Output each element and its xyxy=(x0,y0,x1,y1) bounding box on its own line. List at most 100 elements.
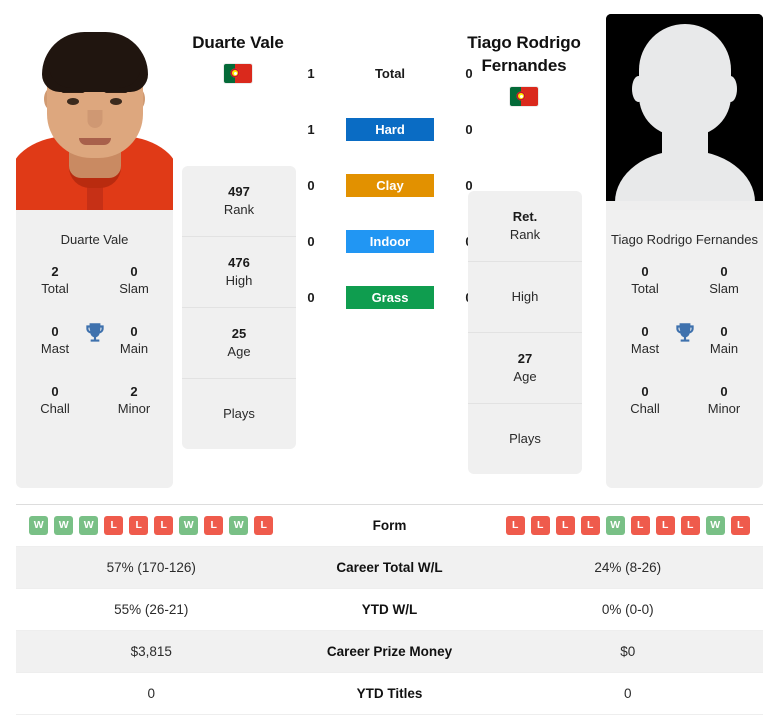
stat-value-left: $3,815 xyxy=(130,644,172,659)
form-badge-win[interactable]: W xyxy=(605,516,625,535)
form-badge-loss[interactable]: L xyxy=(655,516,675,535)
mouth-shape xyxy=(78,138,111,145)
form-badge-win[interactable]: W xyxy=(229,516,249,535)
portugal-flag-icon-right xyxy=(510,86,538,106)
h2h-surface-label: Hard xyxy=(346,118,434,141)
title-label: Slam xyxy=(709,281,739,297)
attribute-label: Plays xyxy=(509,430,541,446)
stat-value-left: 55% (26-21) xyxy=(114,602,189,617)
h2h-surface-label: Indoor xyxy=(346,230,434,253)
title-value: 2 xyxy=(51,263,59,279)
form-badge-win[interactable]: W xyxy=(179,516,199,535)
form-badge-loss[interactable]: L xyxy=(154,516,174,535)
attribute-value: 476 xyxy=(228,254,250,270)
h2h-right-value: 0 xyxy=(465,66,473,81)
title-cell-slam: 0 Slam xyxy=(105,263,163,323)
title-value: 0 xyxy=(51,323,59,339)
titles-grid-left: 2 Total 0 Slam 0 Mast 0 Main 0 Chall 2 M… xyxy=(16,263,173,443)
nose-shape xyxy=(87,110,102,128)
h2h-row-indoor: 0 Indoor 0 xyxy=(300,230,480,253)
table-row-form: WWWLLLWLWL Form LLLLWLLLWL xyxy=(16,505,763,547)
title-value: 2 xyxy=(130,383,138,399)
trophy-icon xyxy=(85,323,104,342)
form-badges-right: LLLLWLLLWL xyxy=(493,516,764,535)
titles-row: 0 Chall 2 Minor xyxy=(26,383,163,443)
stat-value-right: 24% (8-26) xyxy=(594,560,662,575)
title-value: 0 xyxy=(720,263,728,279)
table-row-career-total-wl: 57% (170-126) Career Total W/L 24% (8-26… xyxy=(16,547,763,589)
silhouette-head-shape xyxy=(638,24,731,136)
h2h-row-total: 1 Total 0 xyxy=(300,62,480,85)
stat-label: Career Prize Money xyxy=(326,644,453,659)
title-cell-slam: 0 Slam xyxy=(695,263,753,323)
stat-value-left: 57% (170-126) xyxy=(106,560,196,575)
portugal-flag-icon-left xyxy=(224,63,252,83)
attribute-cell-plays: Plays xyxy=(468,404,582,474)
form-badge-loss[interactable]: L xyxy=(680,516,700,535)
h2h-left-value: 1 xyxy=(307,122,315,137)
player-comparison-page: Duarte Vale Tiago Rodrigo Fernandes 1 To… xyxy=(0,0,779,719)
stat-label: YTD Titles xyxy=(356,686,423,701)
attribute-value: 25 xyxy=(231,325,247,341)
form-badge-loss[interactable]: L xyxy=(630,516,650,535)
form-badge-loss[interactable]: L xyxy=(555,516,575,535)
form-badge-win[interactable]: W xyxy=(29,516,49,535)
trophy-icon xyxy=(675,323,694,342)
attribute-value: 27 xyxy=(517,350,533,366)
table-row-ytd-wl: 55% (26-21) YTD W/L 0% (0-0) xyxy=(16,589,763,631)
title-value: 0 xyxy=(641,323,649,339)
title-value: 0 xyxy=(51,383,59,399)
attribute-label: Plays xyxy=(223,405,255,421)
flag-emblem-shape xyxy=(516,91,526,101)
form-badge-loss[interactable]: L xyxy=(730,516,750,535)
title-cell-total: 0 Total xyxy=(616,263,674,323)
stat-label: YTD W/L xyxy=(361,602,418,617)
attribute-label: Age xyxy=(513,369,537,384)
player-card-name-left: Duarte Vale xyxy=(60,232,129,247)
attributes-card-right: Ret. Rank High 27 Age Plays xyxy=(468,191,582,474)
stat-value-left: 0 xyxy=(147,686,155,701)
titles-row: 0 Total 0 Slam xyxy=(616,263,753,323)
title-cell-mast: 0 Mast xyxy=(26,323,84,383)
title-cell-minor: 2 Minor xyxy=(105,383,163,443)
form-badge-loss[interactable]: L xyxy=(129,516,149,535)
form-badge-loss[interactable]: L xyxy=(254,516,274,535)
title-value: 0 xyxy=(130,323,138,339)
attribute-label: High xyxy=(225,273,253,288)
h2h-left-value: 1 xyxy=(307,66,315,81)
stat-label: Form xyxy=(372,518,407,533)
form-badge-loss[interactable]: L xyxy=(204,516,224,535)
title-cell-mast: 0 Mast xyxy=(616,323,674,383)
attribute-label: Age xyxy=(227,344,251,359)
comparison-stats-table: WWWLLLWLWL Form LLLLWLLLWL 57% (170-126)… xyxy=(16,504,763,715)
hair-fringe-shape xyxy=(48,66,141,88)
eye-right-shape xyxy=(110,98,122,105)
player-card-left: Duarte Vale 2 Total 0 Slam 0 Mast 0 Main… xyxy=(16,210,173,488)
title-cell-chall: 0 Chall xyxy=(26,383,84,443)
form-badge-loss[interactable]: L xyxy=(580,516,600,535)
title-cell-chall: 0 Chall xyxy=(616,383,674,443)
form-badge-win[interactable]: W xyxy=(79,516,99,535)
attribute-label: Rank xyxy=(223,202,255,217)
eye-left-shape xyxy=(67,98,79,105)
form-badge-win[interactable]: W xyxy=(705,516,725,535)
title-label: Chall xyxy=(630,401,660,417)
form-badges-left: WWWLLLWLWL xyxy=(16,516,287,535)
attribute-cell-rank: Ret. Rank xyxy=(468,191,582,262)
form-badge-loss[interactable]: L xyxy=(530,516,550,535)
attribute-cell-plays: Plays xyxy=(182,379,296,449)
titles-grid-right: 0 Total 0 Slam 0 Mast 0 Main 0 Chall 0 M… xyxy=(606,263,763,443)
form-badge-loss[interactable]: L xyxy=(505,516,525,535)
title-cell-main: 0 Main xyxy=(105,323,163,383)
comparison-header: Duarte Vale Tiago Rodrigo Fernandes 1 To… xyxy=(0,0,779,492)
form-badge-win[interactable]: W xyxy=(54,516,74,535)
h2h-surface-label: Clay xyxy=(346,174,434,197)
title-cell-total: 2 Total xyxy=(26,263,84,323)
stat-value-right: 0% (0-0) xyxy=(601,602,654,617)
title-label: Minor xyxy=(117,401,151,417)
silhouette-placeholder-icon xyxy=(606,14,763,210)
attribute-cell-age: 27 Age xyxy=(468,333,582,404)
silhouette-floor-shape xyxy=(606,201,763,210)
player-photo-right xyxy=(606,14,763,210)
form-badge-loss[interactable]: L xyxy=(104,516,124,535)
